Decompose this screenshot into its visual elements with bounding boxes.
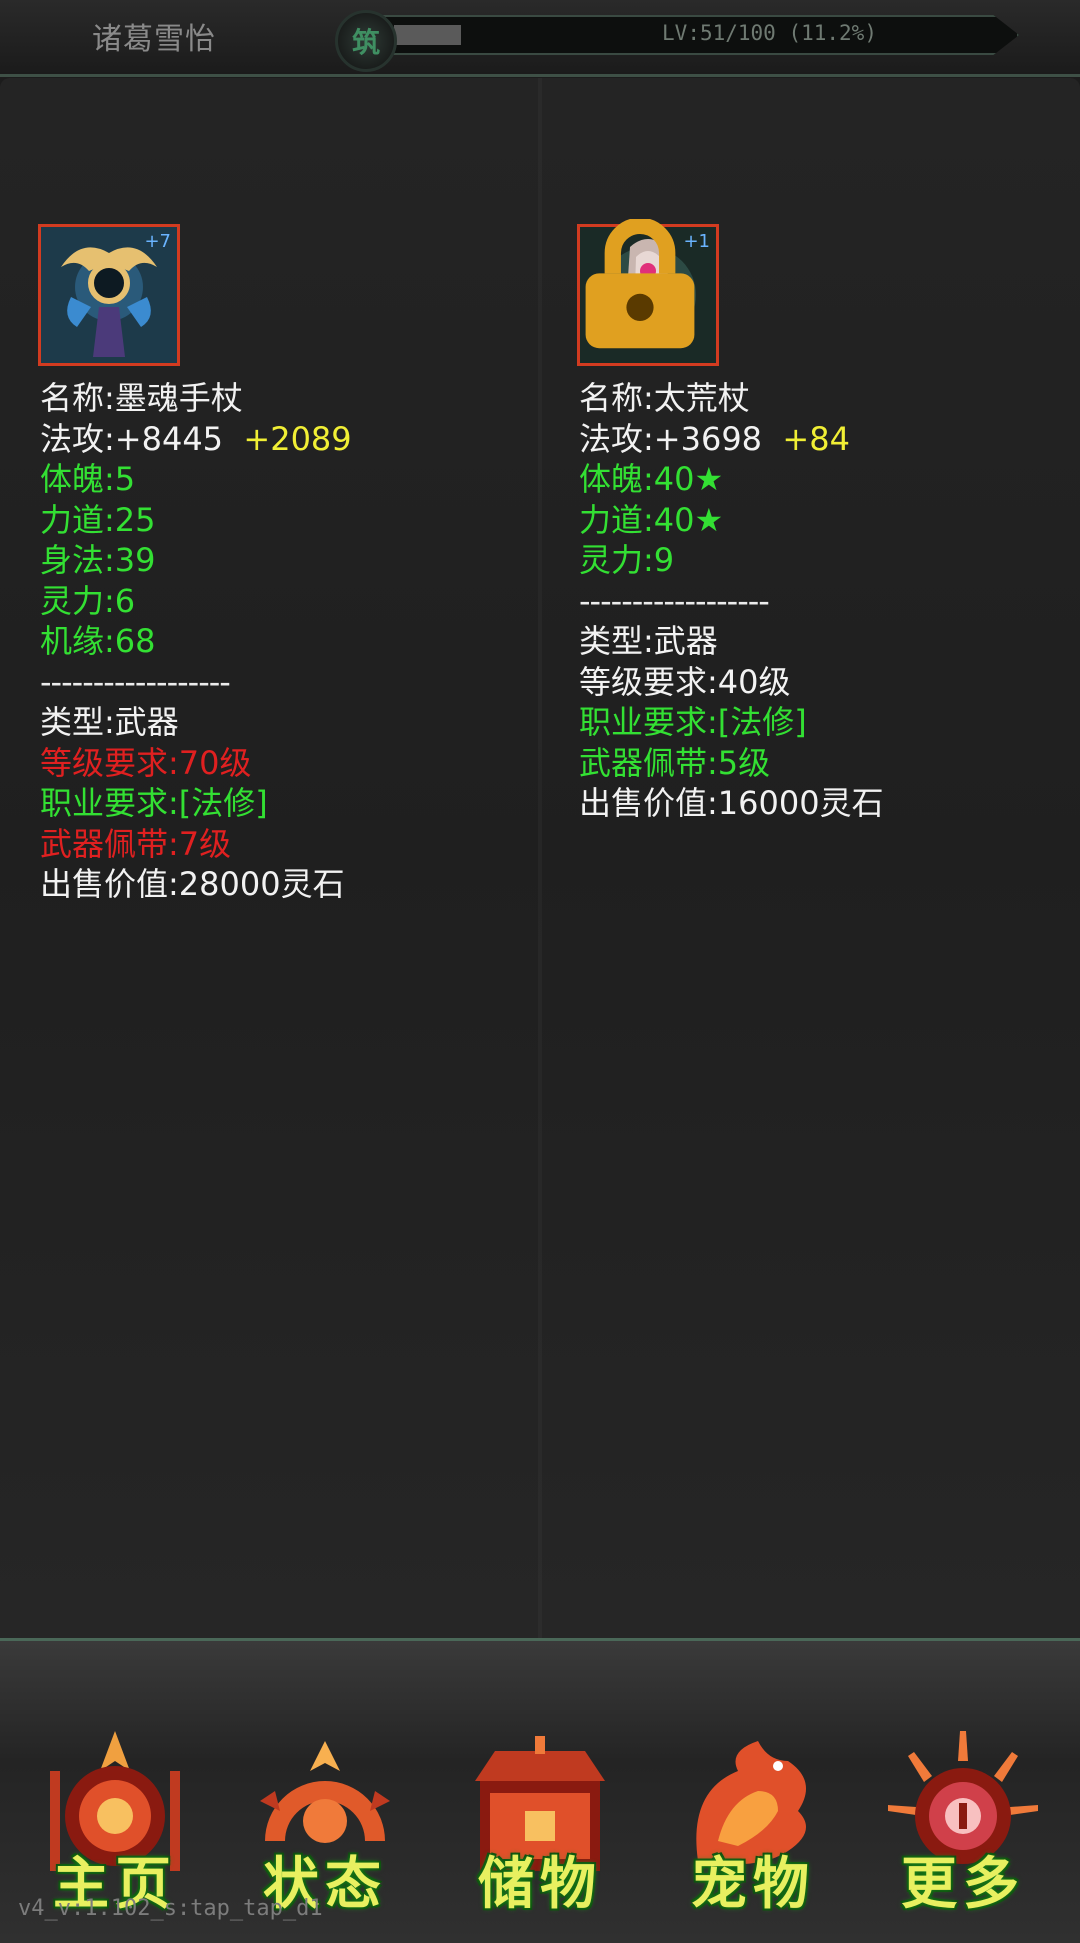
item-attack-row: 法攻:+3698 +84 [579, 419, 884, 460]
lock-icon [585, 219, 695, 349]
attr-spirit: 灵力:9 [579, 541, 675, 579]
item-type: 类型:武器 [579, 622, 718, 660]
attr-agility: 身法:39 [40, 541, 156, 579]
nav-storage-label: 储物 [478, 1852, 602, 1917]
class-requirement: 职业要求:[法修] [579, 703, 807, 741]
level-requirement: 等级要求:70级 [40, 743, 252, 782]
item-attack: 法攻:+8445 [40, 419, 224, 458]
attr-constitution: 体魄:5 [40, 460, 136, 498]
nav-more-button[interactable]: 更多 [878, 1731, 1048, 1921]
item-attack: 法攻:+3698 [579, 419, 763, 458]
nav-home-button[interactable]: 主页 [30, 1731, 200, 1921]
version-label: v4_v:1.102_s:tap_tap_d1 [18, 1896, 323, 1921]
attr-fortune: 机缘:68 [40, 622, 156, 660]
sell-value: 出售价值:16000灵石 [579, 784, 884, 822]
stats-divider: ------------------ [579, 581, 770, 620]
nav-pet-label: 宠物 [691, 1852, 815, 1917]
staff-item-icon[interactable]: +7 [38, 224, 180, 366]
item-attack-bonus: +84 [782, 419, 850, 458]
nav-pet-button[interactable]: 宠物 [668, 1731, 838, 1921]
attr-strength: 力道:25 [40, 500, 156, 539]
nav-storage-button[interactable]: 储物 [455, 1731, 625, 1921]
character-header: 诸葛雪怡 LV:51/100 (11.2%) 筑 [0, 0, 1080, 77]
attr-spirit: 灵力:6 [40, 581, 136, 620]
character-name: 诸葛雪怡 [92, 22, 216, 57]
nav-more-label: 更多 [901, 1852, 1025, 1917]
item-name: 名称:太荒杖 [579, 379, 750, 417]
attr-strength: 力道:40★ [579, 500, 724, 539]
nav-status-button[interactable]: 状态 [240, 1731, 410, 1921]
stats-divider: ------------------ [40, 662, 231, 701]
item-stats: 名称:墨魂手杖 法攻:+8445 +2089 体魄:5 力道:25 身法:39 … [40, 378, 352, 905]
item-name: 名称:墨魂手杖 [40, 379, 243, 417]
enhance-level: +7 [144, 231, 171, 252]
weapon-slot-level: 武器佩带:5级 [579, 743, 771, 782]
level-requirement: 等级要求:40级 [579, 662, 791, 701]
item-attack-row: 法攻:+8445 +2089 [40, 419, 352, 460]
sell-value: 出售价值:28000灵石 [40, 865, 345, 903]
weapon-slot-level: 武器佩带:7级 [40, 824, 232, 863]
staff-item-icon[interactable]: +1 [577, 219, 719, 366]
xp-text: LV:51/100 (11.2%) [662, 21, 877, 45]
item-type: 类型:武器 [40, 703, 179, 741]
realm-badge: 筑 [335, 10, 397, 72]
xp-bar: LV:51/100 (11.2%) [380, 15, 1019, 55]
column-divider [538, 78, 542, 1638]
attr-constitution: 体魄:40★ [579, 460, 724, 498]
item-attack-bonus: +2089 [243, 419, 352, 458]
item-stats: 名称:太荒杖 法攻:+3698 +84 体魄:40★ 力道:40★ 灵力:9 -… [579, 378, 884, 824]
class-requirement: 职业要求:[法修] [40, 784, 268, 822]
